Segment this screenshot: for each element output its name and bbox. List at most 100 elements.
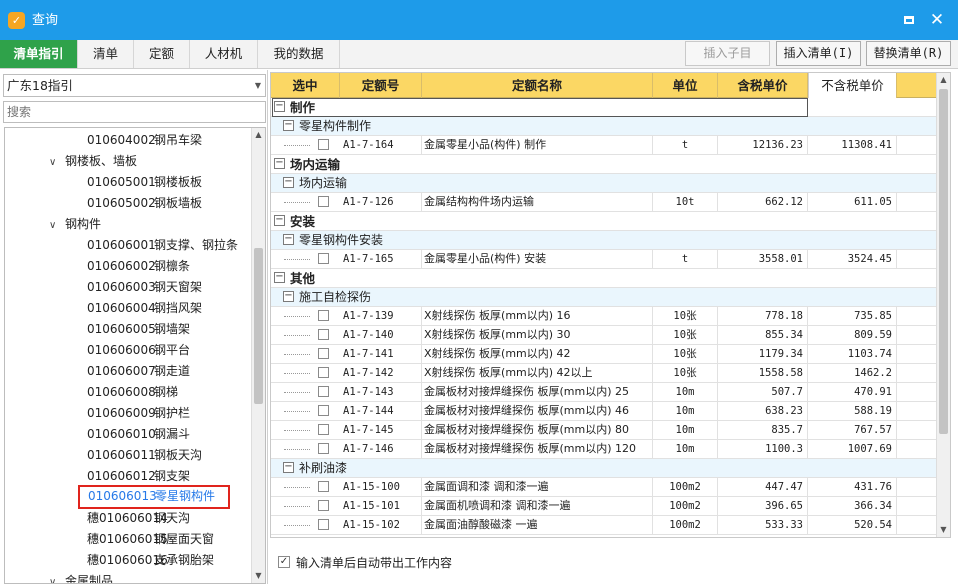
row-checkbox[interactable] [318,481,329,492]
table-scrollbar[interactable]: ▲ ▼ [936,73,950,537]
tree-item[interactable]: 010606003钢天窗架 [87,277,202,297]
subgroup-row[interactable]: − 补刷油漆 [271,459,937,478]
tab-quota[interactable]: 定额 [134,40,190,68]
row-checkbox[interactable] [318,443,329,454]
collapse-toggle-icon[interactable]: − [274,215,285,226]
tree-item[interactable]: 010606008钢梯 [87,382,178,402]
table-row[interactable]: A1-15-101 金属面机喷调和漆 调和漆一遍 100m2 396.65 366.34 [271,497,937,516]
scroll-thumb[interactable] [939,89,948,434]
subgroup-row[interactable]: − 零星构件制作 [271,117,937,136]
tree-item[interactable]: 010606001钢支撑、钢拉条 [87,235,238,255]
table-row[interactable]: A1-7-143 金属板材对接焊缝探伤 板厚(mm以内) 25 10m 507.7 47… [271,383,937,402]
col-unit[interactable]: 单位 [653,73,718,98]
tree-group[interactable]: ∨ 钢构件 [49,214,101,234]
table-row[interactable]: A1-7-139 X射线探伤 板厚(mm以内) 16 10张 778.18 735.85 [271,307,937,326]
insert-list-button[interactable]: 插入清单(I) [776,41,861,66]
replace-list-button[interactable]: 替换清单(R) [866,41,951,66]
row-checkbox[interactable] [318,367,329,378]
tree-item[interactable]: 010606012钢支架 [87,466,190,486]
dropdown-arrow-icon[interactable]: ▼ [255,75,261,96]
scroll-thumb[interactable] [254,248,263,404]
col-quota-name[interactable]: 定额名称 [422,73,653,98]
col-select[interactable]: 选中 [271,73,340,98]
tree-group[interactable]: ∨ 金属制品 [49,571,113,583]
table-row[interactable]: A1-7-126 金属结构构件场内运输 10t 662.12 611.05 [271,193,937,212]
table-row[interactable]: A1-7-165 金属零星小品(构件) 安装 t 3558.01 3524.45 [271,250,937,269]
tab-list[interactable]: 清单 [78,40,134,68]
col-quota-code[interactable]: 定额号 [340,73,422,98]
collapse-toggle-icon[interactable]: − [283,177,294,188]
row-checkbox[interactable] [318,329,329,340]
row-checkbox[interactable] [318,196,329,207]
tree-item[interactable]: 010606010钢漏斗 [87,424,190,444]
row-checkbox[interactable] [318,424,329,435]
auto-bring-checkbox[interactable]: ✓ [278,556,290,568]
tab-list-guide[interactable]: 清单指引 [0,40,78,68]
tree-item[interactable]: 010606004钢挡风架 [87,298,202,318]
tree-item[interactable]: 010604002钢吊车梁 [87,130,202,150]
scroll-up-icon[interactable]: ▲ [937,73,950,87]
tree-item[interactable]: 010606002钢檩条 [87,256,190,276]
tree-item[interactable]: 穗010606014钢天沟 [87,508,190,528]
tree-item[interactable]: 010606005钢墙架 [87,319,190,339]
tree-item[interactable]: 010606011钢板天沟 [87,445,202,465]
tree-item[interactable]: 穗010606016支承钢胎架 [87,550,214,570]
table-row[interactable]: A1-15-102 金属面油醇酸磁漆 一遍 100m2 533.33 520.54 [271,516,937,535]
collapse-toggle-icon[interactable]: − [274,101,285,112]
row-checkbox[interactable] [318,519,329,530]
scroll-down-icon[interactable]: ▼ [252,569,265,583]
table-row[interactable]: A1-7-164 金属零星小品(构件) 制作 t 12136.23 11308.41 [271,136,937,155]
insert-child-button[interactable]: 插入子目 [685,41,770,66]
table-row[interactable]: A1-7-142 X射线探伤 板厚(mm以内) 42以上 10张 1558.58 146… [271,364,937,383]
maximize-icon[interactable] [898,10,920,30]
tree-item[interactable]: 010606006钢平台 [87,340,190,360]
table-row[interactable]: A1-7-146 金属板材对接焊缝探伤 板厚(mm以内) 120 10m 1100.3… [271,440,937,459]
row-checkbox[interactable] [318,500,329,511]
scroll-down-icon[interactable]: ▼ [937,523,950,537]
collapse-toggle-icon[interactable]: − [283,234,294,245]
row-checkbox[interactable] [318,386,329,397]
collapse-toggle-icon[interactable]: − [283,291,294,302]
group-row[interactable]: − 其他 [271,269,937,288]
scroll-up-icon[interactable]: ▲ [252,128,265,142]
tree-item[interactable]: 010605001钢楼板板 [87,172,202,192]
table-row[interactable]: A1-7-145 金属板材对接焊缝探伤 板厚(mm以内) 80 10m 835.7 76… [271,421,937,440]
collapse-toggle-icon[interactable]: − [283,120,294,131]
close-icon[interactable]: ✕ [926,10,948,30]
row-checkbox[interactable] [318,253,329,264]
group-row[interactable]: − 制作 [271,98,937,117]
guide-select[interactable]: 广东18指引 ▼ [3,74,266,97]
subgroup-row[interactable]: − 施工自检探伤 [271,288,937,307]
collapse-toggle-icon[interactable]: − [274,158,285,169]
subgroup-row[interactable]: − 零星钢构件安装 [271,231,937,250]
row-checkbox[interactable] [318,348,329,359]
tree-scrollbar[interactable]: ▲ ▼ [251,128,265,583]
expand-toggle-icon[interactable]: ∨ [49,216,63,236]
collapse-toggle-icon[interactable]: − [274,272,285,283]
cell-notax-price: 588.19 [808,402,897,420]
table-row[interactable]: A1-7-140 X射线探伤 板厚(mm以内) 30 10张 855.34 809.59 [271,326,937,345]
expand-toggle-icon[interactable]: ∨ [49,153,63,173]
tree-item[interactable]: 穗010606015钢屋面天窗 [87,529,214,549]
tree-item[interactable]: 010606009钢护栏 [87,403,190,423]
row-checkbox[interactable] [318,405,329,416]
col-tax-price[interactable]: 含税单价 [718,73,808,98]
subgroup-row[interactable]: − 场内运输 [271,174,937,193]
tree-item[interactable]: 010606007钢走道 [87,361,190,381]
expand-toggle-icon[interactable]: ∨ [49,573,63,583]
table-row[interactable]: A1-7-144 金属板材对接焊缝探伤 板厚(mm以内) 46 10m 638.23 5… [271,402,937,421]
search-input[interactable] [3,101,266,123]
tab-labor-material-machine[interactable]: 人材机 [190,40,258,68]
table-row[interactable]: A1-7-141 X射线探伤 板厚(mm以内) 42 10张 1179.34 1103.… [271,345,937,364]
row-checkbox[interactable] [318,139,329,150]
tree-item[interactable]: 010605002钢板墙板 [87,193,202,213]
group-row[interactable]: − 场内运输 [271,155,937,174]
table-row[interactable]: A1-15-100 金属面调和漆 调和漆一遍 100m2 447.47 431.76 [271,478,937,497]
collapse-toggle-icon[interactable]: − [283,462,294,473]
tab-my-data[interactable]: 我的数据 [258,40,340,68]
tree-group[interactable]: ∨ 钢楼板、墙板 [49,151,137,171]
tree-item-selected[interactable]: 010606013零星钢构件 [78,485,230,509]
row-checkbox[interactable] [318,310,329,321]
col-notax-price[interactable]: 不含税单价 [808,73,897,98]
group-row[interactable]: − 安装 [271,212,937,231]
